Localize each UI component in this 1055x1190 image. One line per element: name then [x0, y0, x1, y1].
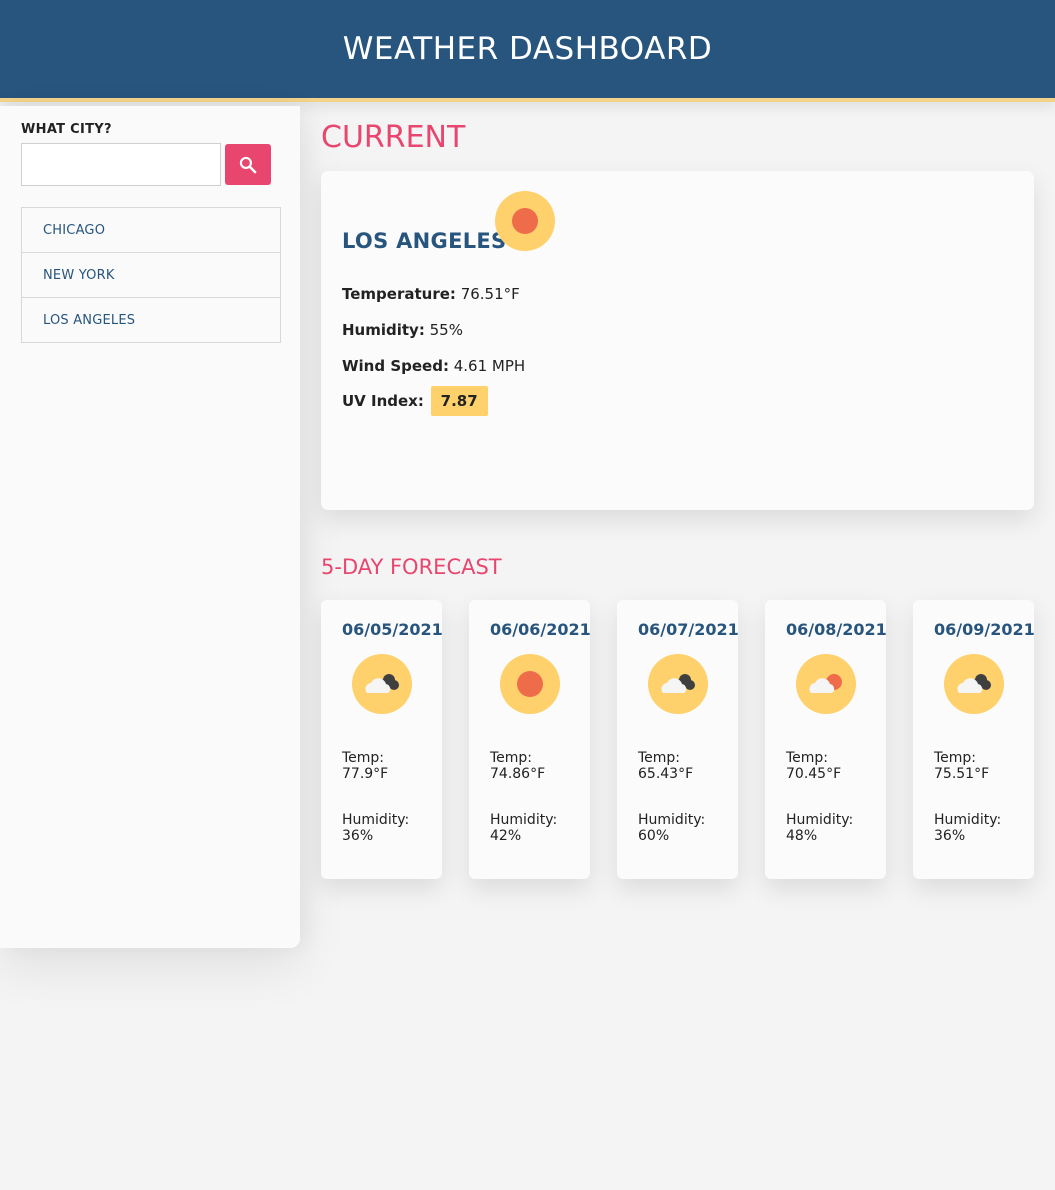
current-section-title: CURRENT	[321, 120, 466, 155]
forecast-temp-value: 75.51°F	[934, 766, 990, 782]
sun-icon	[500, 654, 560, 714]
search-label: WHAT CITY?	[21, 122, 112, 137]
forecast-date: 06/07/2021	[638, 620, 739, 639]
city-item-los-angeles[interactable]: LOS ANGELES	[22, 298, 280, 343]
sun-icon	[495, 191, 555, 251]
wind-value: 4.61 MPH	[453, 357, 526, 375]
forecast-date: 06/06/2021	[490, 620, 591, 639]
temperature-row: Temperature: 76.51°F	[342, 285, 520, 303]
forecast-card: 06/05/2021 Temp: 77.9°F Humidity: 36%	[321, 600, 443, 879]
forecast-humidity-label: Humidity:	[786, 812, 854, 828]
forecast-temp-label: Temp:	[786, 750, 829, 766]
forecast-humidity-value: 36%	[342, 828, 374, 844]
current-weather-card: LOS ANGELES Temperature: 76.51°F Humidit…	[321, 171, 1034, 510]
cloud-night-icon	[648, 654, 708, 714]
forecast-temp-value: 74.86°F	[490, 766, 546, 782]
forecast-section-title: 5-DAY FORECAST	[321, 555, 502, 579]
humidity-value: 55%	[429, 321, 463, 339]
humidity-label: Humidity:	[342, 321, 425, 339]
cloud-night-icon	[352, 654, 412, 714]
forecast-temp-label: Temp:	[638, 750, 681, 766]
forecast-humidity-value: 48%	[786, 828, 818, 844]
wind-row: Wind Speed: 4.61 MPH	[342, 357, 525, 375]
forecast-temp-label: Temp:	[490, 750, 533, 766]
forecast-temp-label: Temp:	[342, 750, 385, 766]
forecast-temp-value: 65.43°F	[638, 766, 694, 782]
cloud-night-icon	[944, 654, 1004, 714]
forecast-humidity-label: Humidity:	[638, 812, 706, 828]
forecast-card: 06/08/2021 Temp: 70.45°F Humidity: 48%	[765, 600, 887, 879]
uv-label: UV Index:	[342, 392, 424, 410]
forecast-card: 06/07/2021 Temp: 65.43°F Humidity: 60%	[617, 600, 739, 879]
forecast-card: 06/09/2021 Temp: 75.51°F Humidity: 36%	[913, 600, 1035, 879]
forecast-temp-value: 77.9°F	[342, 766, 389, 782]
forecast-temp-value: 70.45°F	[786, 766, 842, 782]
forecast-temp-label: Temp:	[934, 750, 977, 766]
current-city-name: LOS ANGELES	[342, 229, 507, 253]
forecast-card: 06/06/2021 Temp: 74.86°F Humidity: 42%	[469, 600, 591, 879]
humidity-row: Humidity: 55%	[342, 321, 463, 339]
search-history-list: CHICAGO NEW YORK LOS ANGELES	[21, 207, 281, 343]
forecast-humidity-label: Humidity:	[934, 812, 1002, 828]
city-search-input[interactable]	[21, 143, 221, 186]
temperature-value: 76.51°F	[460, 285, 520, 303]
wind-label: Wind Speed:	[342, 357, 449, 375]
sidebar: WHAT CITY? CHICAGO NEW YORK LOS ANGELES	[0, 106, 300, 948]
forecast-humidity-value: 36%	[934, 828, 966, 844]
app-header: WEATHER DASHBOARD	[0, 0, 1055, 102]
partly-cloudy-icon	[796, 654, 856, 714]
uv-row: UV Index: 7.87	[342, 386, 488, 416]
forecast-date: 06/08/2021	[786, 620, 887, 639]
forecast-humidity-label: Humidity:	[342, 812, 410, 828]
forecast-humidity-label: Humidity:	[490, 812, 558, 828]
app-title: WEATHER DASHBOARD	[342, 31, 713, 67]
search-icon	[239, 156, 257, 173]
city-item-chicago[interactable]: CHICAGO	[22, 208, 280, 253]
temperature-label: Temperature:	[342, 285, 456, 303]
forecast-date: 06/05/2021	[342, 620, 443, 639]
search-button[interactable]	[225, 144, 271, 185]
uv-index-badge: 7.87	[430, 386, 488, 416]
forecast-humidity-value: 60%	[638, 828, 670, 844]
city-item-new-york[interactable]: NEW YORK	[22, 253, 280, 298]
forecast-date: 06/09/2021	[934, 620, 1035, 639]
forecast-humidity-value: 42%	[490, 828, 522, 844]
